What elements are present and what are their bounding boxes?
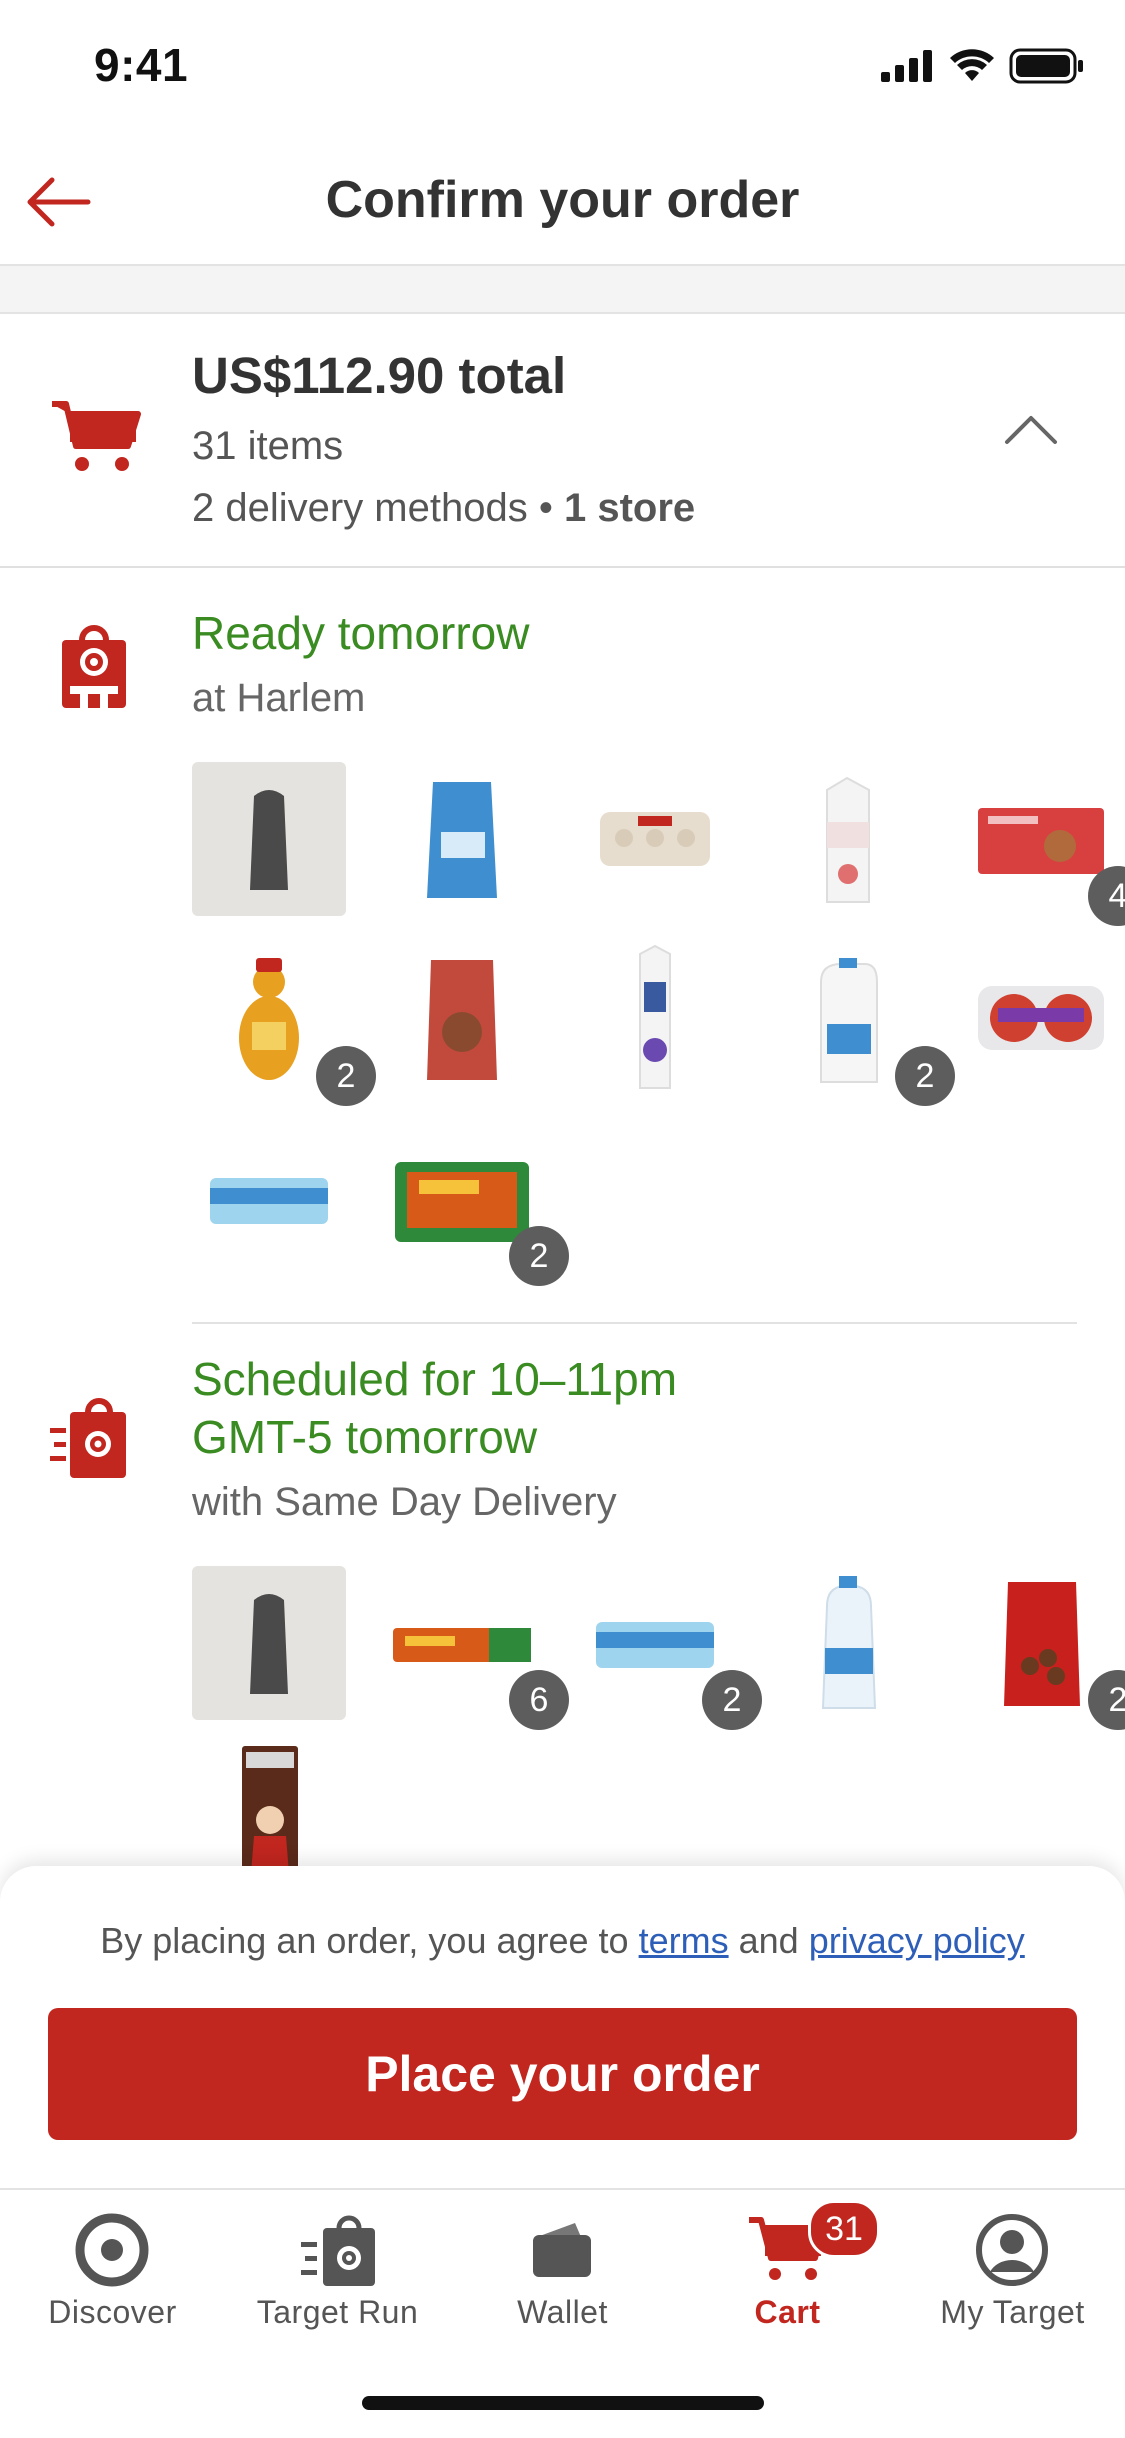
product-thumbnail[interactable] bbox=[385, 762, 539, 916]
status-bar: 9:41 bbox=[0, 0, 1125, 140]
product-thumbnail[interactable]: 2 bbox=[192, 942, 376, 1106]
apples-product bbox=[964, 942, 1118, 1096]
tab-wallet[interactable]: Wallet bbox=[450, 2190, 675, 2350]
product-thumbnail[interactable] bbox=[771, 1566, 925, 1720]
cart-count-badge: 31 bbox=[808, 2200, 880, 2258]
product-thumbnail[interactable]: 2 bbox=[578, 1566, 762, 1730]
page-title: Confirm your order bbox=[325, 171, 800, 229]
quantity-badge: 6 bbox=[509, 1670, 569, 1730]
header: Confirm your order bbox=[0, 140, 1125, 266]
tab-label: Wallet bbox=[517, 2294, 608, 2330]
product-thumbnail[interactable] bbox=[578, 762, 732, 916]
tab-target-run[interactable]: Target Run bbox=[225, 2190, 450, 2350]
section-divider bbox=[192, 1322, 1077, 1324]
battery-icon bbox=[1009, 48, 1083, 84]
product-thumbnail[interactable] bbox=[192, 1122, 346, 1276]
product-thumbnail[interactable] bbox=[771, 762, 925, 916]
place-order-button[interactable]: Place your order bbox=[48, 2008, 1077, 2140]
cart-icon bbox=[52, 401, 141, 471]
pickup-location: at Harlem bbox=[192, 676, 366, 720]
status-time: 9:41 bbox=[94, 39, 189, 91]
sugar-bag-product bbox=[385, 762, 539, 916]
vase-product bbox=[192, 762, 346, 916]
product-thumbnail[interactable] bbox=[964, 942, 1118, 1096]
pickup-bag-icon bbox=[62, 625, 126, 708]
delivery-time-line2: GMT-5 tomorrow bbox=[192, 1411, 538, 1463]
quantity-badge: 2 bbox=[316, 1046, 376, 1106]
target-logo-icon bbox=[72, 2210, 152, 2290]
water-jug-product bbox=[771, 1566, 925, 1720]
product-thumbnail[interactable]: 6 bbox=[385, 1566, 569, 1730]
profile-icon bbox=[972, 2210, 1052, 2290]
product-thumbnail[interactable] bbox=[578, 942, 732, 1096]
tab-my-target[interactable]: My Target bbox=[900, 2190, 1125, 2350]
quantity-badge: 2 bbox=[895, 1046, 955, 1106]
pickup-title: Ready tomorrow bbox=[192, 607, 530, 659]
wifi-icon bbox=[950, 49, 994, 81]
agreement-prefix: By placing an order, you agree to bbox=[100, 1920, 629, 1961]
delivery-summary: 2 delivery methods • 1 store bbox=[192, 486, 695, 531]
delivery-method: with Same Day Delivery bbox=[192, 1480, 617, 1524]
quantity-badge: 2 bbox=[702, 1670, 762, 1730]
vase-product bbox=[192, 1566, 346, 1720]
tab-label: Cart bbox=[754, 2294, 821, 2330]
status-icons bbox=[881, 48, 1085, 84]
separator-dot: • bbox=[538, 486, 553, 530]
order-summary[interactable]: US$112.90 total 31 items 2 delivery meth… bbox=[0, 314, 1125, 568]
product-thumbnail[interactable]: 2 bbox=[385, 1122, 569, 1286]
store-count: 1 store bbox=[564, 486, 696, 530]
tab-label: Target Run bbox=[256, 2294, 419, 2330]
tab-label: My Target bbox=[940, 2294, 1085, 2330]
tab-discover[interactable]: Discover bbox=[0, 2190, 225, 2350]
product-thumbnail[interactable]: 4 bbox=[964, 762, 1125, 926]
quantity-badge: 2 bbox=[509, 1226, 569, 1286]
half-and-half-product bbox=[578, 942, 732, 1096]
product-thumbnail[interactable] bbox=[192, 762, 346, 916]
home-indicator bbox=[362, 2396, 764, 2410]
water-case-product bbox=[192, 1122, 346, 1276]
delivery-time-line1: Scheduled for 10–11pm bbox=[192, 1353, 678, 1405]
egg-carton-product bbox=[578, 762, 732, 916]
item-count: 31 items bbox=[192, 424, 344, 468]
privacy-policy-link[interactable]: privacy policy bbox=[809, 1920, 1025, 1961]
product-thumbnail[interactable]: 2 bbox=[771, 942, 955, 1106]
signal-icon bbox=[881, 50, 932, 82]
coffee-bag-product bbox=[385, 942, 539, 1096]
header-spacer bbox=[0, 266, 1125, 314]
product-thumbnail[interactable] bbox=[385, 942, 539, 1096]
whipping-cream-product bbox=[771, 762, 925, 916]
chevron-up-icon[interactable] bbox=[1003, 414, 1059, 446]
order-total: US$112.90 total bbox=[192, 347, 567, 404]
terms-link[interactable]: terms bbox=[639, 1920, 729, 1961]
fast-bag-icon bbox=[297, 2210, 377, 2290]
agreement-text: By placing an order, you agree to terms … bbox=[0, 1920, 1125, 1962]
same-day-delivery-icon bbox=[50, 1398, 126, 1478]
tab-label: Discover bbox=[48, 2294, 177, 2330]
wallet-icon bbox=[522, 2210, 602, 2290]
product-thumbnail[interactable]: 2 bbox=[964, 1566, 1125, 1730]
order-footer: By placing an order, you agree to terms … bbox=[0, 1866, 1125, 2188]
delivery-methods-text: 2 delivery methods bbox=[192, 486, 528, 530]
product-thumbnail[interactable] bbox=[192, 1566, 346, 1720]
agreement-and: and bbox=[738, 1920, 799, 1961]
